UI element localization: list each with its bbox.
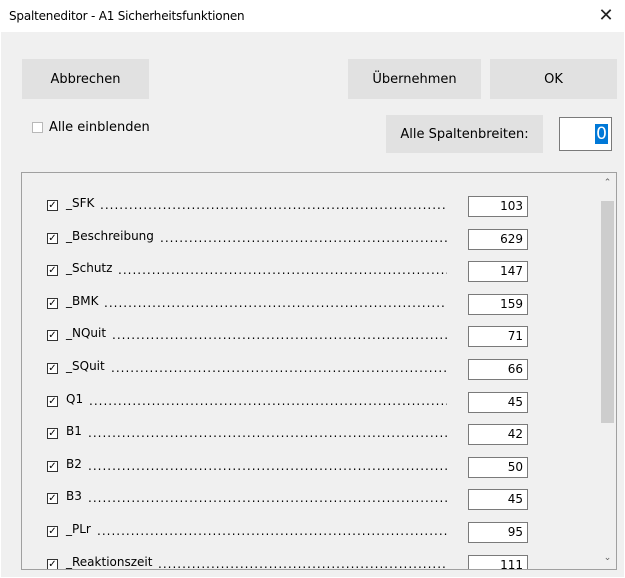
leader-dots: ........................................… xyxy=(97,526,447,536)
column-width-input[interactable]: 66 xyxy=(468,359,528,380)
column-row: ✓ _Schutz................................… xyxy=(22,256,597,288)
cancel-button[interactable]: Abbrechen xyxy=(22,59,149,99)
column-row: ✓ B3.....................................… xyxy=(22,484,597,516)
column-width-input[interactable]: 50 xyxy=(468,456,528,478)
leader-dots: ........................................… xyxy=(111,363,447,373)
column-name: B1 xyxy=(66,424,82,439)
show-all-checkbox-box[interactable] xyxy=(32,122,43,133)
column-visible-checkbox[interactable]: ✓ xyxy=(47,460,58,472)
leader-dots: ........................................… xyxy=(112,330,447,341)
chevron-down-icon[interactable]: ⌄ xyxy=(599,550,616,567)
column-visible-checkbox[interactable]: ✓ xyxy=(47,200,58,211)
column-name: _PLr xyxy=(66,522,91,536)
vertical-scrollbar[interactable]: ⌃ ⌄ xyxy=(599,173,616,569)
column-list: ✓ _SFK...................................… xyxy=(21,172,617,570)
column-width-input[interactable]: 629 xyxy=(468,228,528,250)
window-title: Spalteneditor - A1 Sicherheitsfunktionen xyxy=(9,9,245,23)
column-name: _BMK xyxy=(66,293,99,308)
show-all-label: Alle einblenden xyxy=(49,120,150,135)
column-visible-checkbox[interactable]: ✓ xyxy=(47,232,58,244)
column-visible-checkbox[interactable]: ✓ xyxy=(47,297,58,309)
column-visible-checkbox[interactable]: ✓ xyxy=(47,526,58,537)
title-bar: Spalteneditor - A1 Sicherheitsfunktionen… xyxy=(0,0,625,32)
chevron-up-icon[interactable]: ⌃ xyxy=(599,175,616,192)
apply-button[interactable]: Übernehmen xyxy=(348,59,481,99)
column-visible-checkbox[interactable]: ✓ xyxy=(47,265,58,277)
column-row: ✓ _SQuit.................................… xyxy=(22,354,597,386)
all-column-widths-value: 0 xyxy=(595,124,608,144)
column-name: B3 xyxy=(66,489,82,504)
leader-dots: ........................................… xyxy=(88,460,447,471)
column-name: _SQuit xyxy=(66,359,105,373)
leader-dots: ........................................… xyxy=(100,200,447,210)
column-visible-checkbox[interactable]: ✓ xyxy=(47,428,58,440)
leader-dots: ........................................… xyxy=(158,558,447,569)
column-row: ✓ _BMK...................................… xyxy=(22,289,597,321)
leader-dots: ........................................… xyxy=(118,265,447,276)
ok-button[interactable]: OK xyxy=(490,59,617,99)
column-width-input[interactable]: 95 xyxy=(468,522,528,543)
all-column-widths-input[interactable]: 0 xyxy=(559,117,612,151)
column-width-input[interactable]: 71 xyxy=(468,326,528,348)
column-row: ✓ _Beschreibung..........................… xyxy=(22,224,597,256)
leader-dots: ........................................… xyxy=(160,232,447,243)
column-width-input[interactable]: 45 xyxy=(468,489,528,511)
column-visible-checkbox[interactable]: ✓ xyxy=(47,395,58,407)
column-name: _Reaktionszeit xyxy=(66,554,153,569)
column-name: _Schutz xyxy=(66,261,113,276)
column-width-input[interactable]: 159 xyxy=(468,293,528,315)
column-row: ✓ Q1.....................................… xyxy=(22,387,597,419)
column-row: ✓ _Reaktionszeit.........................… xyxy=(22,550,597,569)
column-visible-checkbox[interactable]: ✓ xyxy=(47,363,58,374)
column-row: ✓ _SFK...................................… xyxy=(22,191,597,223)
leader-dots: ........................................… xyxy=(88,428,447,439)
column-width-input[interactable]: 45 xyxy=(468,391,528,413)
column-name: _Beschreibung xyxy=(66,228,154,243)
leader-dots: ........................................… xyxy=(89,395,447,406)
column-width-input[interactable]: 111 xyxy=(468,554,528,569)
leader-dots: ........................................… xyxy=(88,493,447,504)
column-name: _SFK xyxy=(66,196,95,210)
column-row: ✓ _NQuit.................................… xyxy=(22,321,597,353)
column-width-input[interactable]: 42 xyxy=(468,424,528,446)
column-width-input[interactable]: 103 xyxy=(468,196,528,217)
close-icon[interactable]: ✕ xyxy=(595,5,617,27)
column-row: ✓ B1.....................................… xyxy=(22,419,597,451)
column-visible-checkbox[interactable]: ✓ xyxy=(47,330,58,342)
column-name: _NQuit xyxy=(66,326,107,341)
all-column-widths-label: Alle Spaltenbreiten: xyxy=(386,115,543,153)
column-width-input[interactable]: 147 xyxy=(468,261,528,283)
column-name: Q1 xyxy=(66,391,84,406)
leader-dots: ........................................… xyxy=(104,297,447,308)
column-name: B2 xyxy=(66,456,82,471)
column-visible-checkbox[interactable]: ✓ xyxy=(47,493,58,505)
dialog-body: Abbrechen Übernehmen OK Alle einblenden … xyxy=(1,32,624,577)
column-row: ✓ B2.....................................… xyxy=(22,452,597,484)
scrollbar-thumb[interactable] xyxy=(601,201,614,423)
show-all-checkbox[interactable]: Alle einblenden xyxy=(32,120,150,135)
column-row: ✓ _PLr...................................… xyxy=(22,517,597,549)
column-visible-checkbox[interactable]: ✓ xyxy=(47,558,58,569)
